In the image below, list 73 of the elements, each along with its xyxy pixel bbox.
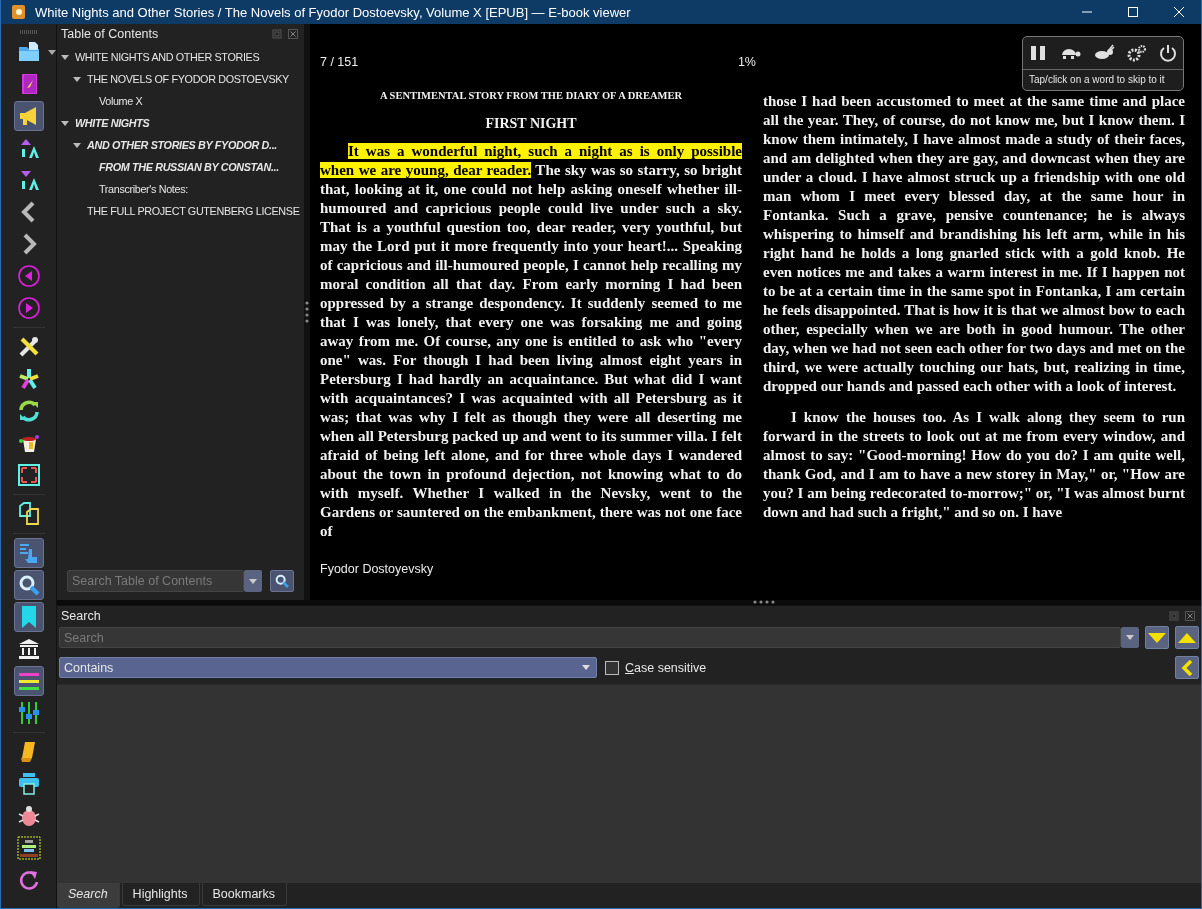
expand-arrow-icon[interactable] [73,76,81,82]
copy-icon [16,502,41,526]
library-icon [16,637,41,661]
toc-search-field[interactable]: Search Table of Contents [67,570,245,592]
find-next-button[interactable] [1145,626,1169,649]
list-pointer-button[interactable] [13,538,44,568]
toc-item[interactable]: THE NOVELS OF FYODOR DOSTOEVSKY [87,73,289,85]
toc-item[interactable]: WHITE NIGHTS AND OTHER STORIES [75,51,260,63]
bug-icon [16,804,41,828]
next-circle-icon [16,296,41,320]
search-button[interactable] [270,570,294,592]
back-button[interactable] [1175,656,1199,679]
search-button[interactable] [13,570,44,600]
expand-arrow-icon[interactable] [73,142,81,148]
window-title: White Nights and Other Stories / The Novels of Fyodor Dostoevsky, Volume X [EPUB] — E-book viewer [35,4,631,20]
page-footer: Fyodor Dostoyevsky [320,562,1185,576]
panel-tab[interactable]: Search [57,883,120,908]
triangle-down-icon [1148,632,1166,643]
find-previous-button[interactable] [1175,626,1199,649]
asterisk-icon [16,367,41,391]
body-text: I know the houses too. As I walk along they seem to run forward in the streets to look out at me from every window, and almost to say: "Good-morning! How do you do? I am quite well, thank God, and I am to have a new storey in May," or, "How are you? I am being redecorated to-morrow;" or, "I was almost burnt down and had such a fright," and so on. I have [763,408,1185,522]
settings-icon[interactable] [1127,44,1147,62]
chapter-subtitle: A SENTIMENTAL STORY FROM THE DIARY OF A DREAMER [378,89,684,103]
megaphone-button[interactable] [13,101,44,131]
expand-arrow-icon[interactable] [61,120,69,126]
previous-circle-icon [16,264,41,288]
power-icon[interactable] [1159,44,1177,62]
toc-item[interactable]: WHITE NIGHTS [75,117,150,129]
pause-icon[interactable] [1029,44,1047,62]
dropdown-button[interactable] [244,570,263,592]
case-sensitive-label[interactable]: Case sensitive [625,660,707,675]
search-mode-dropdown[interactable]: Contains [59,657,597,678]
close-icon[interactable] [1185,611,1195,621]
folder-icon [16,40,41,64]
toolbar-grip-icon[interactable] [19,30,38,34]
splitter-handle[interactable] [305,299,309,325]
toc-item[interactable]: Transcriber's Notes: [99,183,188,195]
panel-tab[interactable]: Highlights [121,883,200,906]
toc-item[interactable]: AND OTHER STORIES BY FYODOR D... [87,139,277,151]
dropdown-button[interactable] [1121,627,1139,648]
bookmark-button[interactable] [13,602,44,632]
body-text: It was a wonderful night, such a night as is only possible when we are young, dear reader. The sky was so starry, so bright that, looking at it, one could not help asking oneself whether ill-humoured and capricious people could live under such a sky. That is a youthful question too, dear reader, very youthful, but may the Lord put it more frequently into your heart!... Speaking of capricious and ill-humoured people, I cannot help recalling my moral condition all that day. From early morning I had been oppressed by a strange despondency. It suddenly seemed to me that I was lonely, that every one was forsaking me and going away from me. Of course, any one is entitled to ask who "every one" was. For though I had been living almost eight years in Petersburg I had hardly an acquaintance. But what did I want with acquaintances? I was acquainted with all Petersburg as it was; that was why I felt as though they were all deserting me when all Petersburg packed up and went to its summer villa. I felt afraid of being left alone, and for three whole days I wandered about the town in profound dejection, not knowing what to do with myself. Whether I walked in the Nevsky, went to the Gardens or sauntered on the embankment, there was not one face of [320,142,742,541]
toc-item[interactable]: Volume X [99,95,143,107]
refresh-icon [16,399,41,423]
app-icon [11,4,27,20]
page-position: 7 / 151 [320,55,359,69]
toc-item[interactable]: THE FULL PROJECT GUTENBERG LICENSE [87,205,300,217]
panel-tab[interactable]: Bookmarks [201,883,288,906]
layout-icon [16,836,41,860]
progress-percent: 1% [737,55,756,69]
highlight-lines-button[interactable] [13,666,44,696]
triangle-up-icon [1178,632,1196,643]
maximize-icon[interactable] [1127,6,1139,18]
case-sensitive-checkbox[interactable] [605,660,619,675]
chapter-heading: FIRST NIGHT [484,115,578,133]
toc-item[interactable]: FROM THE RUSSIAN BY CONSTAN... [99,161,279,173]
caret-icon[interactable] [47,50,56,55]
sliders-icon [16,701,41,725]
fullscreen-icon [16,463,41,487]
printer-icon [16,772,41,796]
chevron-left-icon [1181,659,1193,676]
expand-arrow-icon[interactable] [61,54,69,60]
read-aloud-hint: Tap/click on a word to skip to it [1028,73,1166,87]
dropdown-arrow-icon [1126,635,1134,640]
close-icon[interactable] [288,29,298,39]
search-icon [274,573,291,589]
panel-title: Table of Contents [61,27,160,41]
panel-title: Search [61,609,102,623]
dropdown-arrow-icon [582,665,590,670]
dropdown-arrow-icon [249,578,258,584]
body-text: those I had been accustomed to meet at the same time and place all the year. They, of course, do not know me, but I know them. I know them intimately, I have almost made a study of their faces, and am delighted when they are gay, and downcast when they are under a cloud. I have almost struck up a friendship with one old man whom I meet every blessed day, at the same hour in Fontanka. Such a grave, pensive countenance; he is always whispering to himself and brandishing his left arm, while in his right hand he holds a long gnarled stick with a gold knob. He even notices me and takes a warm interest in me. If I happen not to be at a certain time in the same spot in Fontanka, I am certain he feels disappointed. That is how it is that we almost bow to each other, especially when we are both in good humour. The other day, when we had not seen each other for two days and met on the third, we were actually touching our hats, but, realizing in time, dropped our hands and passed each other with a look of interest. [763,92,1185,396]
search-field[interactable]: Search [59,627,1121,648]
splitter-handle[interactable] [751,600,777,604]
